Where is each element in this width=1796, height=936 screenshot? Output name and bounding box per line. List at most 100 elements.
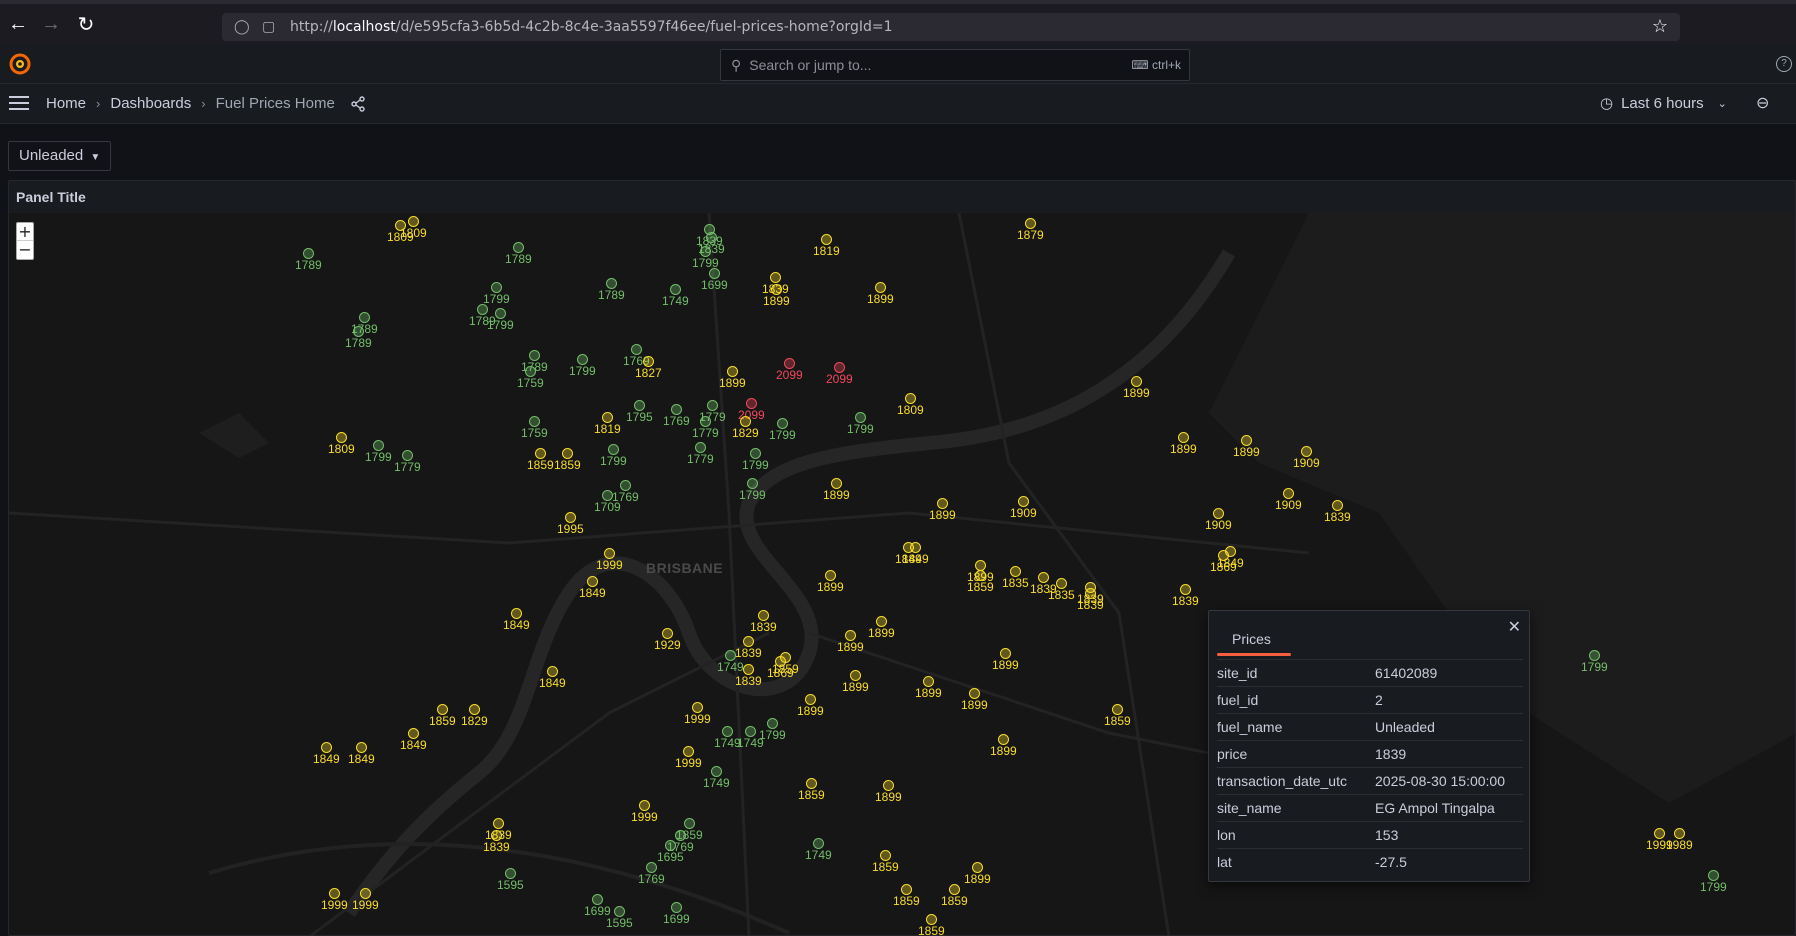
price-label: 1795 — [626, 410, 653, 424]
price-label: 1749 — [703, 776, 730, 790]
tooltip-key: site_name — [1217, 800, 1282, 816]
search-placeholder: Search or jump to... — [749, 57, 872, 73]
price-label: 1999 — [675, 756, 702, 770]
price-label: 1799 — [487, 318, 514, 332]
price-label: 1859 — [872, 860, 899, 874]
price-label: 1799 — [742, 458, 769, 472]
price-label: 1859 — [893, 894, 920, 908]
price-label: 1899 — [797, 704, 824, 718]
shield-icon: ◯ — [234, 19, 250, 35]
price-label: 1695 — [657, 850, 684, 864]
price-label: 1827 — [635, 366, 662, 380]
price-label: 1799 — [759, 728, 786, 742]
price-label: 1839 — [735, 646, 762, 660]
price-label: 1899 — [719, 376, 746, 390]
tooltip-value: EG Ampol Tingalpa — [1375, 800, 1495, 816]
share-icon[interactable] — [350, 96, 366, 112]
close-icon[interactable]: ✕ — [1508, 617, 1521, 637]
url-prefix: http:// — [290, 19, 333, 35]
price-label: 1899 — [915, 686, 942, 700]
price-label: 1749 — [717, 660, 744, 674]
price-label: 1779 — [687, 452, 714, 466]
price-label: 1699 — [701, 278, 728, 292]
price-label: 1759 — [517, 376, 544, 390]
price-label: 1929 — [654, 638, 681, 652]
price-label: 1809 — [400, 226, 427, 240]
price-label: 1779 — [394, 460, 421, 474]
chevron-down-icon: ⌄ — [1717, 97, 1727, 110]
breadcrumb: Home › Dashboards › Fuel Prices Home — [46, 95, 335, 112]
price-label: 1899 — [1170, 442, 1197, 456]
tooltip-row: site_id 61402089 — [1217, 659, 1523, 686]
price-label: 1709 — [594, 500, 621, 514]
price-label: 1839 — [735, 674, 762, 688]
address-bar[interactable]: ◯ ▢ http://localhost/d/e595cfa3-6b5d-4c2… — [222, 13, 1680, 41]
tooltip-row: price 1839 — [1217, 740, 1523, 767]
price-label: 1799 — [483, 292, 510, 306]
price-label: 1899 — [837, 640, 864, 654]
price-label: 1899 — [868, 626, 895, 640]
price-label: 1999 — [684, 712, 711, 726]
tooltip-key: transaction_date_utc — [1217, 773, 1347, 789]
price-label: 1909 — [1205, 518, 1232, 532]
fuel-variable-value: Unleaded — [19, 147, 84, 164]
price-label: 1899 — [875, 790, 902, 804]
tooltip-row: transaction_date_utc 2025-08-30 15:00:00 — [1217, 767, 1523, 794]
price-label: 1849 — [348, 752, 375, 766]
price-label: 1749 — [662, 294, 689, 308]
back-icon[interactable]: ← — [0, 6, 36, 42]
price-label: 1819 — [594, 422, 621, 436]
price-label: 1899 — [929, 508, 956, 522]
tooltip-row: fuel_id 2 — [1217, 686, 1523, 713]
breadcrumb-home[interactable]: Home — [46, 95, 86, 112]
grafana-logo-icon[interactable] — [8, 52, 32, 76]
price-label: 1835 — [1002, 576, 1029, 590]
menu-icon[interactable] — [9, 96, 29, 112]
tooltip-key: fuel_name — [1217, 719, 1283, 735]
price-label: 1789 — [505, 252, 532, 266]
zoom-in-button[interactable]: + — [17, 223, 33, 241]
search-input[interactable]: ⚲ Search or jump to... ⌨ ctrl+k — [720, 49, 1190, 81]
price-label: 1849 — [313, 752, 340, 766]
price-label: 1789 — [345, 336, 372, 350]
price-label: 1859 — [967, 580, 994, 594]
help-icon[interactable]: ? — [1776, 56, 1792, 72]
road — [9, 511, 1310, 555]
price-label: 1859 — [798, 788, 825, 802]
price-label: 1789 — [598, 288, 625, 302]
tooltip-key: lon — [1217, 827, 1236, 843]
price-label: 1789 — [295, 258, 322, 272]
time-range-picker[interactable]: ◷ Last 6 hours ⌄ — [1600, 94, 1727, 113]
zoom-out-button[interactable]: − — [17, 241, 33, 259]
breadcrumb-dashboards[interactable]: Dashboards — [110, 95, 191, 112]
price-label: 1799 — [769, 428, 796, 442]
clock-icon: ◷ — [1600, 95, 1614, 112]
reload-icon[interactable]: ↻ — [68, 6, 104, 42]
price-label: 1899 — [964, 872, 991, 886]
price-label: 1849 — [1217, 556, 1244, 570]
price-label: 1835 — [1048, 588, 1075, 602]
price-label: 1859 — [1104, 714, 1131, 728]
price-label: 1859 — [554, 458, 581, 472]
bookmark-star-icon[interactable]: ☆ — [1652, 16, 1668, 37]
fuel-variable-select[interactable]: Unleaded ▼ — [8, 141, 112, 171]
zoom-out-icon[interactable]: ⊖ — [1756, 93, 1769, 113]
tooltip-key: site_id — [1217, 665, 1258, 681]
panel-title[interactable]: Panel Title — [16, 189, 86, 205]
forward-icon[interactable]: → — [33, 6, 69, 42]
price-label: 1799 — [569, 364, 596, 378]
breadcrumb-bar: Home › Dashboards › Fuel Prices Home ◷ L… — [0, 84, 1796, 124]
price-label: 1849 — [579, 586, 606, 600]
lake — [199, 413, 269, 458]
price-label: 1849 — [503, 618, 530, 632]
price-label: 1999 — [352, 898, 379, 912]
price-label: 1829 — [732, 426, 759, 440]
grafana-topbar: ⚲ Search or jump to... ⌨ ctrl+k ? — [0, 44, 1796, 84]
tooltip-key: fuel_id — [1217, 692, 1259, 708]
price-label: 1759 — [521, 426, 548, 440]
price-label: 1899 — [992, 658, 1019, 672]
tab-prices[interactable]: Prices — [1232, 631, 1271, 647]
price-label: 1999 — [631, 810, 658, 824]
price-label: 1839 — [1172, 594, 1199, 608]
price-label: 1595 — [606, 916, 633, 930]
